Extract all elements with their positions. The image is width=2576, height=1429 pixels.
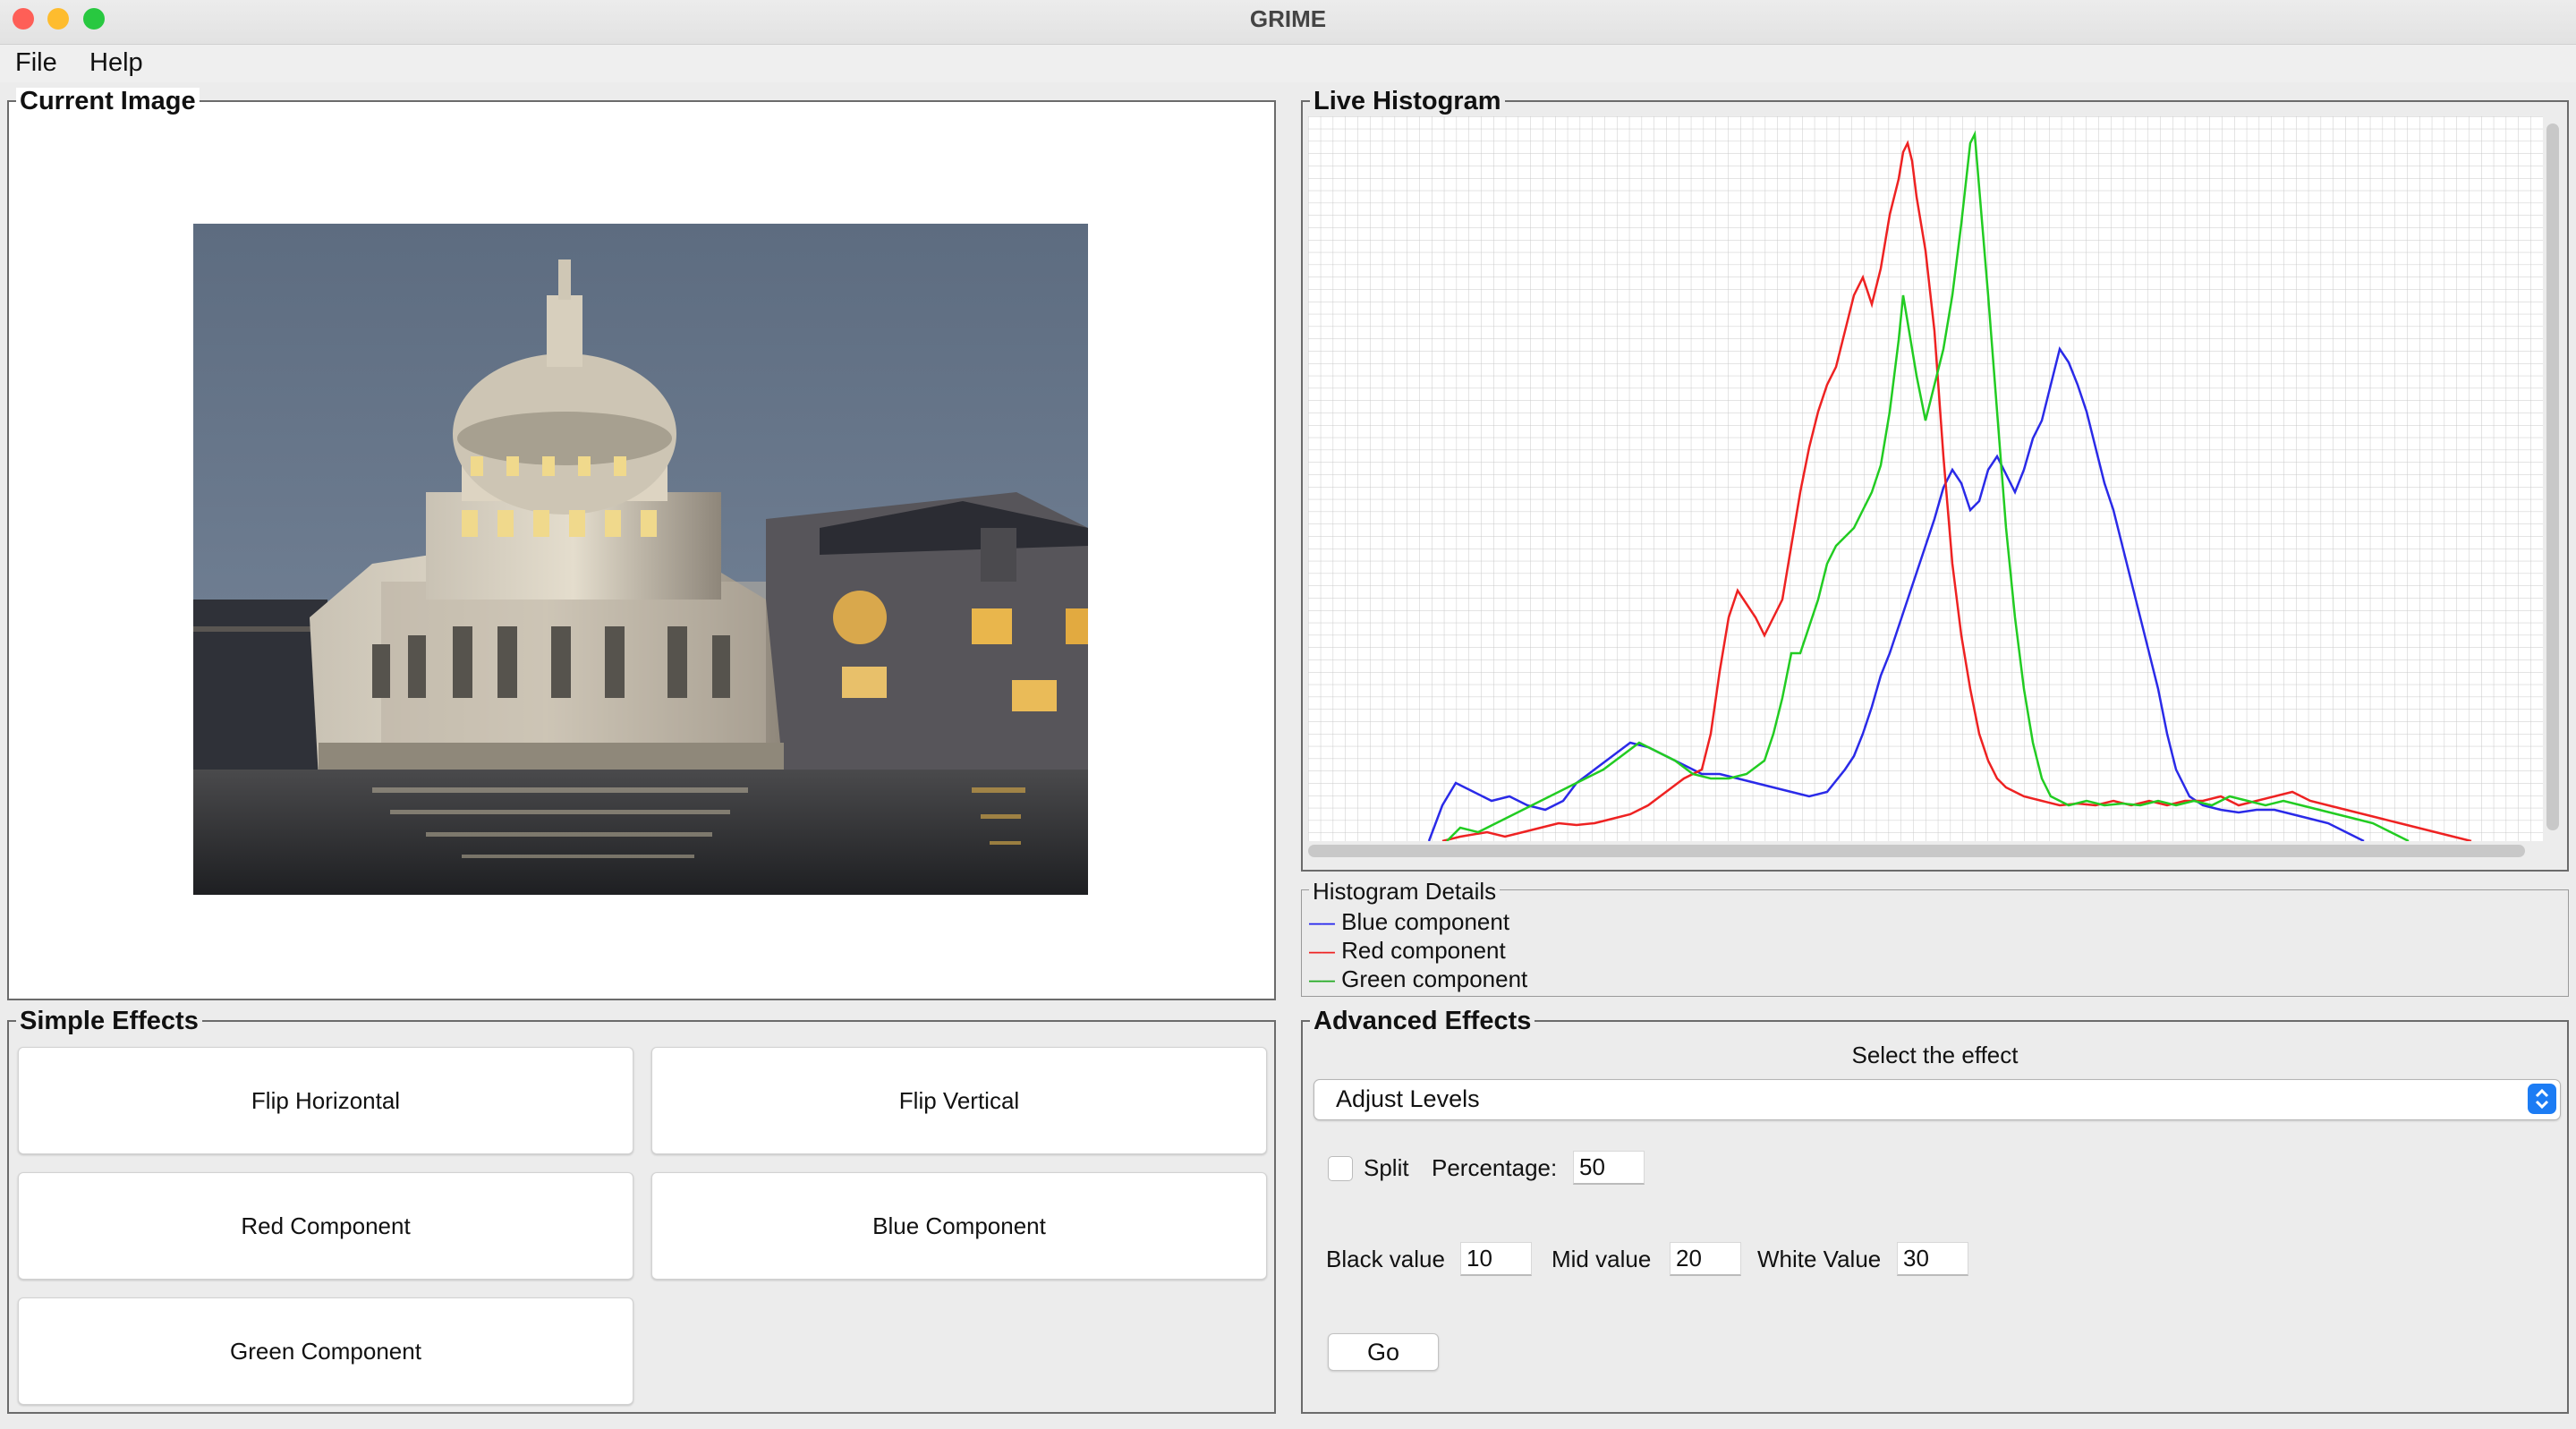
histogram-vertical-scrollbar[interactable] <box>2546 123 2559 830</box>
flip-vertical-button[interactable]: Flip Vertical <box>651 1047 1267 1154</box>
menu-file[interactable]: File <box>15 48 57 78</box>
advanced-effects-title: Advanced Effects <box>1310 1008 1535 1034</box>
black-value-input[interactable]: 10 <box>1460 1242 1532 1276</box>
menu-bar: File Help <box>0 45 2576 82</box>
white-value-label: White Value <box>1757 1246 1882 1272</box>
legend-red-swatch: ‒‒ <box>1309 937 1335 964</box>
legend-red-label: Red component <box>1341 937 1506 964</box>
green-component-button[interactable]: Green Component <box>18 1297 633 1405</box>
advanced-effects-panel: Advanced Effects Select the effect Adjus… <box>1301 1008 2569 1414</box>
menu-help[interactable]: Help <box>89 48 143 78</box>
percentage-input[interactable]: 50 <box>1573 1151 1645 1185</box>
black-value-label: Black value <box>1326 1246 1445 1272</box>
histogram-details-title: Histogram Details <box>1309 878 1501 905</box>
window-title: GRIME <box>1249 5 1327 32</box>
effect-select-value: Adjust Levels <box>1336 1085 1480 1112</box>
current-image-title: Current Image <box>16 88 200 115</box>
legend-red: ‒‒ Red component <box>1309 937 1506 965</box>
legend-blue-swatch: ‒‒ <box>1309 908 1335 935</box>
legend-green: ‒‒ Green component <box>1309 965 1527 993</box>
legend-green-label: Green component <box>1341 965 1528 992</box>
current-image <box>193 224 1088 895</box>
split-checkbox[interactable] <box>1328 1156 1353 1181</box>
white-value-input[interactable]: 30 <box>1897 1242 1968 1276</box>
effect-select[interactable]: Adjust Levels <box>1314 1079 2561 1120</box>
split-label: Split <box>1364 1154 1409 1181</box>
chevron-updown-icon <box>2528 1084 2556 1114</box>
histogram-details-panel: Histogram Details ‒‒ Blue component ‒‒ R… <box>1301 878 2569 997</box>
current-image-panel: Current Image <box>7 88 1276 1000</box>
mid-value-input[interactable]: 20 <box>1670 1242 1741 1276</box>
mid-value-label: Mid value <box>1552 1246 1652 1272</box>
simple-effects-title: Simple Effects <box>16 1008 202 1034</box>
go-button[interactable]: Go <box>1328 1333 1439 1371</box>
legend-green-swatch: ‒‒ <box>1309 965 1335 992</box>
title-bar: GRIME <box>0 0 2576 45</box>
select-effect-label: Select the effect <box>1851 1042 2019 1068</box>
histogram-chart <box>1308 116 2543 841</box>
live-histogram-panel: Live Histogram <box>1301 88 2569 872</box>
legend-blue-label: Blue component <box>1341 908 1510 935</box>
legend-blue: ‒‒ Blue component <box>1309 908 1509 936</box>
histogram-horizontal-scrollbar[interactable] <box>1308 845 2525 857</box>
live-histogram-title: Live Histogram <box>1310 88 1505 115</box>
percentage-label: Percentage: <box>1432 1154 1558 1181</box>
flip-horizontal-button[interactable]: Flip Horizontal <box>18 1047 633 1154</box>
red-component-button[interactable]: Red Component <box>18 1172 633 1280</box>
blue-component-button[interactable]: Blue Component <box>651 1172 1267 1280</box>
simple-effects-panel: Simple Effects Flip Horizontal Flip Vert… <box>7 1008 1276 1414</box>
